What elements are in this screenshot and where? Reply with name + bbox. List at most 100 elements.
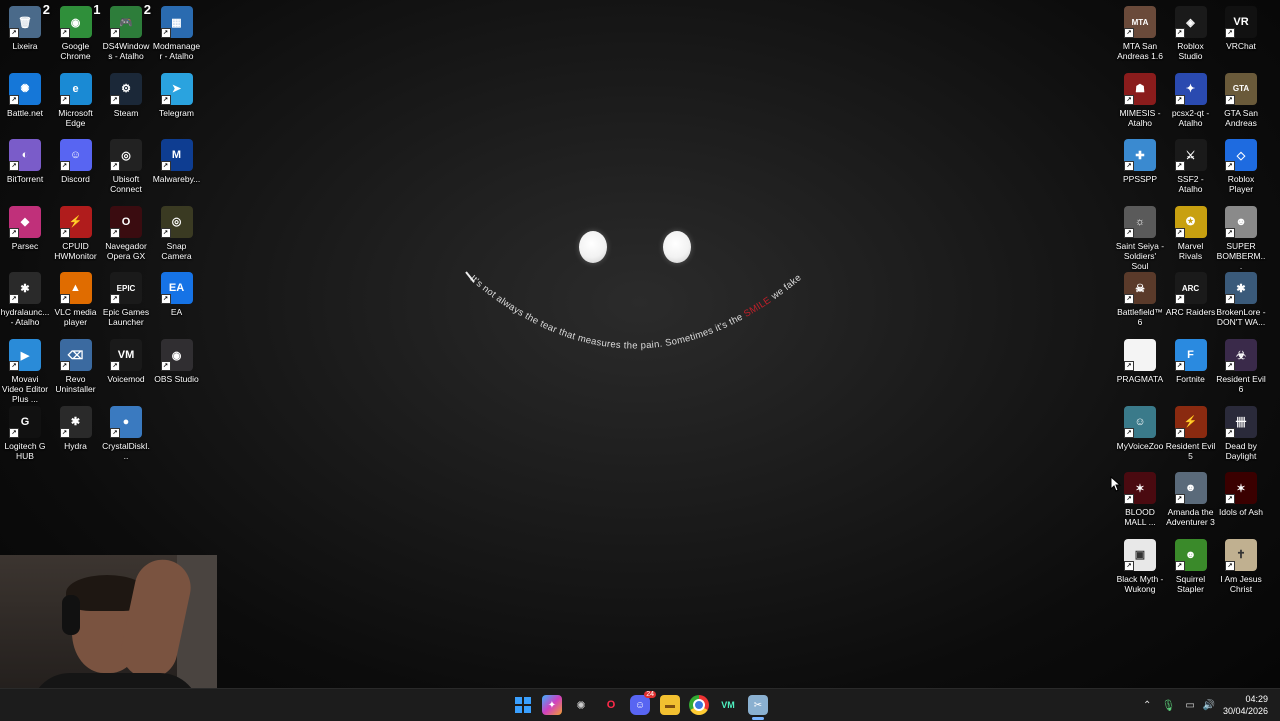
shortcut-label: EA (170, 307, 183, 318)
shortcut-arrow-icon: ↗ (1225, 560, 1235, 571)
desktop-shortcut[interactable]: ▣ ↗ Black Myth - Wukong (1115, 535, 1165, 594)
shortcut-arrow-icon: ↗ (1225, 94, 1235, 105)
opera-gx-icon[interactable]: O (601, 695, 621, 715)
desktop-shortcut[interactable]: ✶ ↗ Idols of Ash (1216, 468, 1266, 517)
desktop-shortcut[interactable]: ▲ ↗ VLC media player (51, 268, 101, 327)
desktop-shortcut[interactable]: ✚ ↗ PPSSPP (1115, 135, 1165, 184)
shortcut-arrow-icon: ↗ (110, 94, 120, 105)
desktop-shortcut[interactable]: ◎ ↗ Ubisoft Connect (101, 135, 151, 194)
shortcut-label: Fortnite (1176, 374, 1205, 384)
desktop-shortcut[interactable]: VM ↗ Voicemod (101, 335, 151, 384)
shortcut-arrow-icon: ↗ (1174, 94, 1185, 105)
discord-icon[interactable]: ☺ 24 (630, 691, 656, 715)
shortcut-label: Discord (61, 174, 90, 185)
desktop-shortcut[interactable]: ✱ ↗ hydralaunc... - Atalho (0, 268, 50, 327)
tray-overflow-chevron-icon[interactable]: ⌃ (1143, 700, 1151, 711)
blood-mall-icon: ✶ ↗ (1124, 472, 1156, 505)
desktop-shortcut[interactable]: ☠ ↗ Battlefield™ 6 (1115, 268, 1165, 327)
shortcut-arrow-icon: ↗ (160, 361, 171, 371)
shortcut-arrow-icon: ↗ (1124, 361, 1134, 371)
desktop-shortcut[interactable]: ☺ ↗ MyVoiceZoo (1115, 402, 1165, 451)
desktop-shortcut[interactable]: ✺ ↗ Battle.net (0, 69, 50, 118)
shortcut-arrow-icon: ↗ (1124, 560, 1134, 571)
desktop-shortcut[interactable]: ◎ ↗ Snap Camera (152, 202, 202, 261)
desktop-shortcut[interactable]: ➤ ↗ Telegram (152, 69, 202, 118)
shortcut-arrow-icon: ↗ (1174, 28, 1185, 38)
shortcut-arrow-icon: ↗ (59, 94, 70, 105)
desktop-shortcut[interactable]: EA ↗ EA (152, 268, 202, 317)
myvoicezoo-icon: ☺ ↗ (1124, 405, 1156, 438)
shortcut-arrow-icon: ↗ (160, 227, 171, 238)
desktop-shortcut[interactable]: ◉ 1 ↗ Google Chrome (51, 2, 101, 61)
desktop-shortcut[interactable]: ◉ ↗ OBS Studio (152, 335, 202, 384)
desktop-shortcut[interactable]: ● ↗ CrystalDiskI... (101, 402, 151, 461)
desktop-shortcut[interactable]: ◇ ↗ Roblox Player (1216, 135, 1266, 194)
file-explorer-icon[interactable]: ▬ (660, 695, 680, 715)
desktop-shortcut[interactable]: ⚡ ↗ CPUID HWMonitor (51, 202, 101, 261)
desktop-shortcut[interactable]: ⚙ ↗ Steam (101, 69, 151, 118)
discord-icon: ☺ ↗ (59, 139, 92, 172)
shortcut-label: BitTorrent (6, 174, 44, 185)
desktop-shortcut[interactable]: ✦ ↗ pcsx2-qt - Atalho (1166, 69, 1216, 128)
pragmata-icon: ↗ (1124, 339, 1156, 371)
desktop-shortcut[interactable]: ☣ ↗ Resident Evil 6 (1216, 335, 1266, 394)
desktop-shortcut[interactable]: ◈ ↗ Roblox Studio (1166, 2, 1216, 61)
desktop-shortcut[interactable]: ☻ ↗ Squirrel Stapler (1166, 535, 1216, 594)
start-icon[interactable] (513, 695, 533, 715)
resident-evil-5-icon: ⚡ ↗ (1174, 405, 1207, 438)
desktop-shortcut[interactable]: 卌 ↗ Dead by Daylight (1216, 402, 1266, 461)
desktop-shortcut[interactable]: ✶ ↗ BLOOD MALL ... (1115, 468, 1165, 527)
shortcut-label: Ubisoft Connect (110, 174, 142, 195)
desktop-shortcut[interactable]: ▦ ↗ Modmanager - Atalho (152, 2, 202, 61)
desktop-shortcut[interactable]: VR ↗ VRChat (1216, 2, 1266, 51)
desktop-shortcut[interactable]: ☻ ↗ SUPER BOMBERM... (1216, 202, 1266, 271)
microphone-icon[interactable]: 🎙 (1161, 699, 1175, 712)
recycle-bin-icon: 🗑 2 ↗ (9, 2, 50, 38)
desktop-shortcut[interactable]: 🎮 2 ↗ DS4Windows - Atalho (101, 2, 151, 61)
desktop-shortcut[interactable]: F ↗ Fortnite (1166, 335, 1216, 384)
desktop-shortcut[interactable]: ⚡ ↗ Resident Evil 5 (1166, 402, 1216, 461)
network-icon[interactable]: ▭ (1185, 700, 1194, 711)
desktop-shortcut[interactable]: ✝ ↗ I Am Jesus Christ (1216, 535, 1266, 594)
desktop-shortcut[interactable]: O ↗ Navegador Opera GX (101, 202, 151, 261)
desktop-shortcut[interactable]: 🗑 2 ↗ Lixeira (0, 2, 50, 51)
mta-icon: MTA ↗ (1124, 6, 1156, 38)
desktop-shortcut[interactable]: EPIC ↗ Epic Games Launcher (101, 268, 151, 327)
desktop-shortcut[interactable]: ARC ↗ ARC Raiders (1166, 268, 1216, 317)
desktop-shortcut[interactable]: ◆ ↗ Parsec (0, 202, 50, 251)
snipping-tool-icon[interactable]: ✂ (748, 695, 768, 715)
chrome-icon[interactable] (689, 695, 709, 715)
shortcut-label: PPSSPP (1122, 174, 1158, 185)
desktop-shortcut[interactable]: ▶ ↗ Movavi Video Editor Plus ... (0, 335, 50, 404)
desktop-shortcut[interactable]: MTA ↗ MTA San Andreas 1.6 (1115, 2, 1165, 61)
shortcut-arrow-icon: ↗ (1124, 161, 1134, 172)
desktop-shortcut[interactable]: ✪ ↗ Marvel Rivals (1166, 202, 1216, 261)
desktop-shortcut[interactable]: e ↗ Microsoft Edge (51, 69, 101, 128)
chatgpt-icon[interactable]: ✺ (571, 695, 591, 715)
desktop-shortcut[interactable]: GTA ↗ GTA San Andreas (1216, 69, 1266, 128)
taskbar-clock[interactable]: 04:29 30/04/2026 (1223, 693, 1268, 717)
desktop-shortcut[interactable]: ↗ PRAGMATA (1115, 335, 1165, 384)
shortcut-arrow-icon: ↗ (59, 294, 70, 305)
desktop-shortcut[interactable]: G ↗ Logitech G HUB (0, 402, 50, 461)
desktop-shortcut[interactable]: ⌫ ↗ Revo Uninstaller (51, 335, 101, 394)
desktop-shortcut[interactable]: ☺ ↗ Discord (51, 135, 101, 184)
desktop-shortcut[interactable]: ✱ ↗ BrokenLore - DON'T WA... (1216, 268, 1266, 327)
desktop-shortcut[interactable]: ◐ ↗ BitTorrent (0, 135, 50, 184)
shortcut-arrow-icon: ↗ (9, 427, 19, 438)
desktop-shortcut[interactable]: M ↗ Malwareby... (152, 135, 202, 184)
vlc-icon: ▲ ↗ (59, 272, 92, 305)
desktop-shortcut[interactable]: ⚔ ↗ SSF2 - Atalho (1166, 135, 1216, 194)
shortcut-arrow-icon: ↗ (1225, 494, 1235, 505)
modmanager-icon: ▦ ↗ (160, 6, 193, 38)
volume-icon[interactable]: 🔊 (1203, 700, 1215, 711)
saint-seiya-icon: ☼ ↗ (1124, 205, 1156, 238)
voicemod-icon[interactable]: VM (718, 695, 738, 715)
desktop-shortcut[interactable]: ☗ ↗ MIMESIS - Atalho (1115, 69, 1165, 128)
desktop-shortcut[interactable]: ☻ ↗ Amanda the Adventurer 3 (1166, 468, 1216, 527)
voicemod-icon: VM ↗ (110, 339, 142, 371)
desktop-shortcut[interactable]: ☼ ↗ Saint Seiya - Soldiers' Soul (1115, 202, 1165, 271)
copilot-icon[interactable]: ✦ (542, 695, 562, 715)
shortcut-label: MTA San Andreas 1.6 (1117, 41, 1163, 61)
desktop-shortcut[interactable]: ✱ ↗ Hydra (51, 402, 101, 451)
